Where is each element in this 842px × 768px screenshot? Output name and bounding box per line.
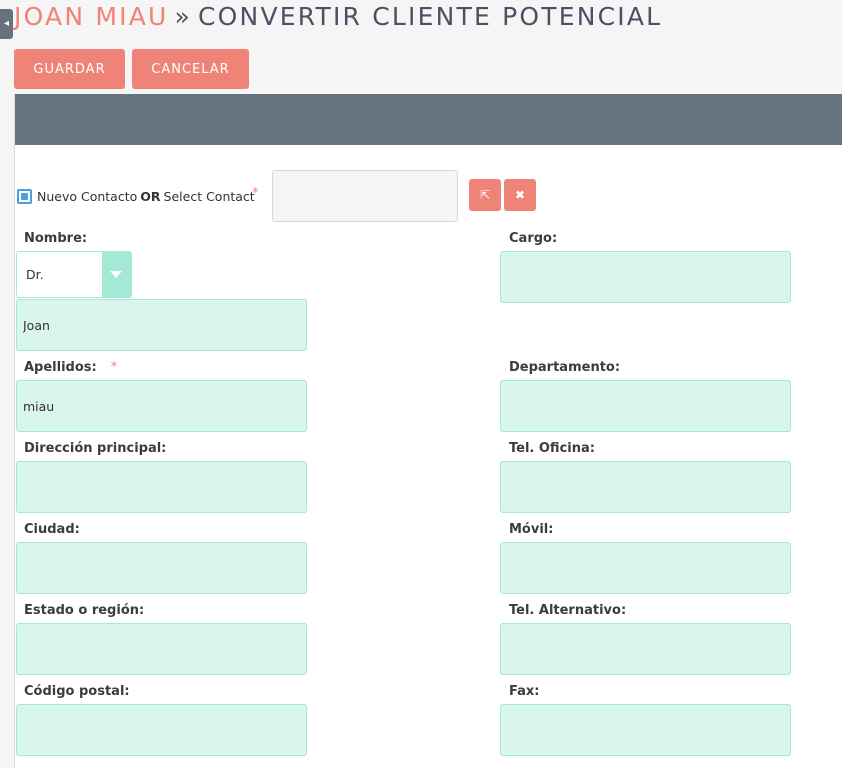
breadcrumb-record-name[interactable]: Joan Miau: [14, 2, 169, 31]
select-contact-input[interactable]: [272, 170, 458, 222]
page-title-text: Convertir Cliente Potencial: [198, 2, 663, 31]
codigo-postal-input[interactable]: [16, 704, 307, 756]
nombre-label: Nombre:: [24, 231, 88, 246]
new-contact-checkbox[interactable]: [17, 188, 32, 204]
collapse-icon: ◂: [3, 18, 10, 29]
save-button[interactable]: GUARDAR: [14, 49, 125, 89]
estado-label: Estado o región:: [24, 603, 145, 618]
or-label: OR: [140, 188, 161, 204]
cargo-input[interactable]: [500, 251, 791, 303]
new-contact-label: Nuevo Contacto: [37, 188, 138, 204]
convert-lead-page: ◂ Joan Miau» Convertir Cliente Potencial …: [0, 0, 842, 768]
codigo-postal-label: Código postal:: [24, 684, 130, 699]
breadcrumb-separator: »: [174, 2, 193, 31]
tel-alternativo-label: Tel. Alternativo:: [509, 603, 627, 618]
direccion-label: Dirección principal:: [24, 441, 167, 456]
select-contact-label: Select Contact: [163, 188, 255, 204]
panel-header: [15, 94, 842, 145]
required-mark: *: [252, 186, 259, 201]
clear-contact-button[interactable]: ✖: [504, 179, 536, 211]
tel-alternativo-input[interactable]: [500, 623, 791, 675]
ciudad-label: Ciudad:: [24, 522, 80, 537]
ciudad-input[interactable]: [16, 542, 307, 594]
first-name-input[interactable]: [16, 299, 307, 351]
page-title: Joan Miau» Convertir Cliente Potencial: [14, 2, 662, 31]
movil-label: Móvil:: [509, 522, 554, 537]
tel-oficina-label: Tel. Oficina:: [509, 441, 595, 456]
fax-input[interactable]: [500, 704, 791, 756]
sidebar-toggle-tab[interactable]: ◂: [0, 9, 13, 39]
arrow-select-icon: ⇱: [479, 188, 491, 202]
chevron-down-icon: [102, 252, 131, 297]
cargo-label: Cargo:: [509, 231, 558, 246]
salutation-value: Dr.: [26, 267, 44, 282]
direccion-input[interactable]: [16, 461, 307, 513]
tel-oficina-input[interactable]: [500, 461, 791, 513]
clear-x-icon: ✖: [514, 188, 526, 202]
apellidos-label: Apellidos: *: [24, 360, 117, 375]
select-contact-button[interactable]: ⇱: [469, 179, 501, 211]
convert-form-panel: Nuevo Contacto OR Select Contact * ⇱ ✖ N…: [14, 94, 842, 768]
departamento-input[interactable]: [500, 380, 791, 432]
salutation-select[interactable]: Dr.: [16, 251, 132, 298]
new-contact-row: Nuevo Contacto OR Select Contact: [17, 187, 255, 205]
fax-label: Fax:: [509, 684, 540, 699]
required-mark: *: [110, 360, 118, 375]
last-name-input[interactable]: [16, 380, 307, 432]
departamento-label: Departamento:: [509, 360, 621, 375]
estado-input[interactable]: [16, 623, 307, 675]
movil-input[interactable]: [500, 542, 791, 594]
apellidos-label-text: Apellidos:: [24, 360, 97, 375]
cancel-button[interactable]: CANCELAR: [132, 49, 249, 89]
